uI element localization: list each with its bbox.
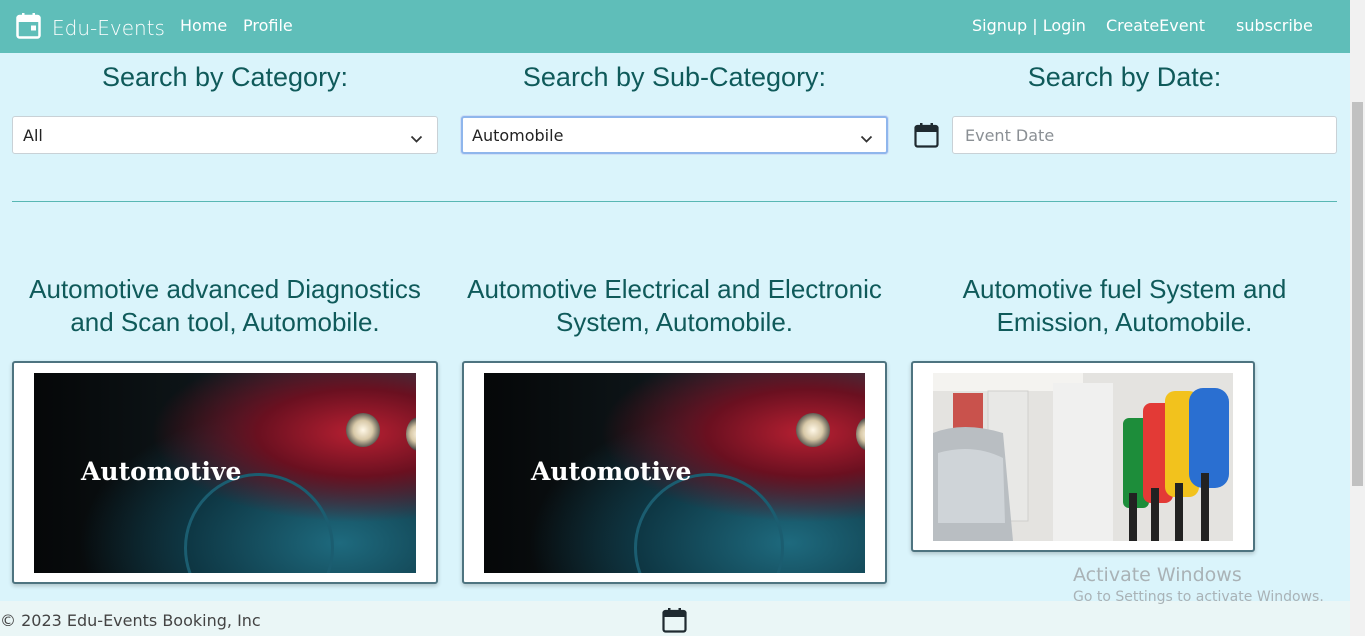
nav-profile-link[interactable]: Profile (243, 16, 293, 35)
date-heading: Search by Date: (1027, 62, 1222, 92)
category-heading: Search by Category: (101, 62, 349, 92)
category-select-value: All (23, 126, 43, 145)
footer-copyright: © 2023 Edu-Events Booking, Inc (0, 611, 261, 630)
event-title: Automotive advanced Diagnostics and Scan… (29, 274, 421, 337)
event-image: Automotive (484, 373, 865, 573)
chevron-down-icon (860, 129, 873, 148)
event-title: Automotive fuel System and Emission, Aut… (962, 274, 1287, 337)
navbar: Edu-Events Home Profile Signup | Login C… (0, 0, 1350, 53)
nav-subscribe-link[interactable]: subscribe (1236, 16, 1313, 35)
event-title: Automotive Electrical and Electronic Sys… (467, 274, 882, 337)
calendar-icon (16, 12, 41, 44)
calendar-icon[interactable] (914, 122, 939, 153)
event-image (933, 373, 1233, 541)
scrollbar-thumb[interactable] (1352, 102, 1363, 486)
windows-activation-title: Activate Windows (1073, 564, 1242, 586)
brand[interactable]: Edu-Events (16, 12, 165, 44)
category-select[interactable]: All (12, 116, 438, 154)
windows-activation-subtitle: Go to Settings to activate Windows. (1073, 589, 1324, 605)
subcategory-heading: Search by Sub-Category: (522, 62, 827, 92)
event-card[interactable]: Automotive (462, 361, 887, 584)
nav-create-event-link[interactable]: CreateEvent (1106, 16, 1205, 35)
calendar-icon (662, 607, 687, 636)
event-card[interactable]: Automotive (12, 361, 438, 584)
event-card[interactable] (911, 361, 1255, 552)
divider (12, 201, 1337, 202)
event-date-input[interactable]: Event Date (952, 116, 1337, 154)
brand-title: Edu-Events (52, 16, 165, 40)
event-image-text: Automotive (81, 457, 242, 486)
scrollbar[interactable] (1350, 0, 1365, 636)
subcategory-select-value: Automobile (472, 126, 564, 145)
nav-home-link[interactable]: Home (180, 16, 227, 35)
chevron-down-icon (410, 129, 423, 148)
subcategory-select[interactable]: Automobile (461, 116, 888, 154)
event-image-text: Automotive (531, 457, 692, 486)
nav-signup-login-link[interactable]: Signup | Login (972, 16, 1086, 35)
event-image: Automotive (34, 373, 416, 573)
